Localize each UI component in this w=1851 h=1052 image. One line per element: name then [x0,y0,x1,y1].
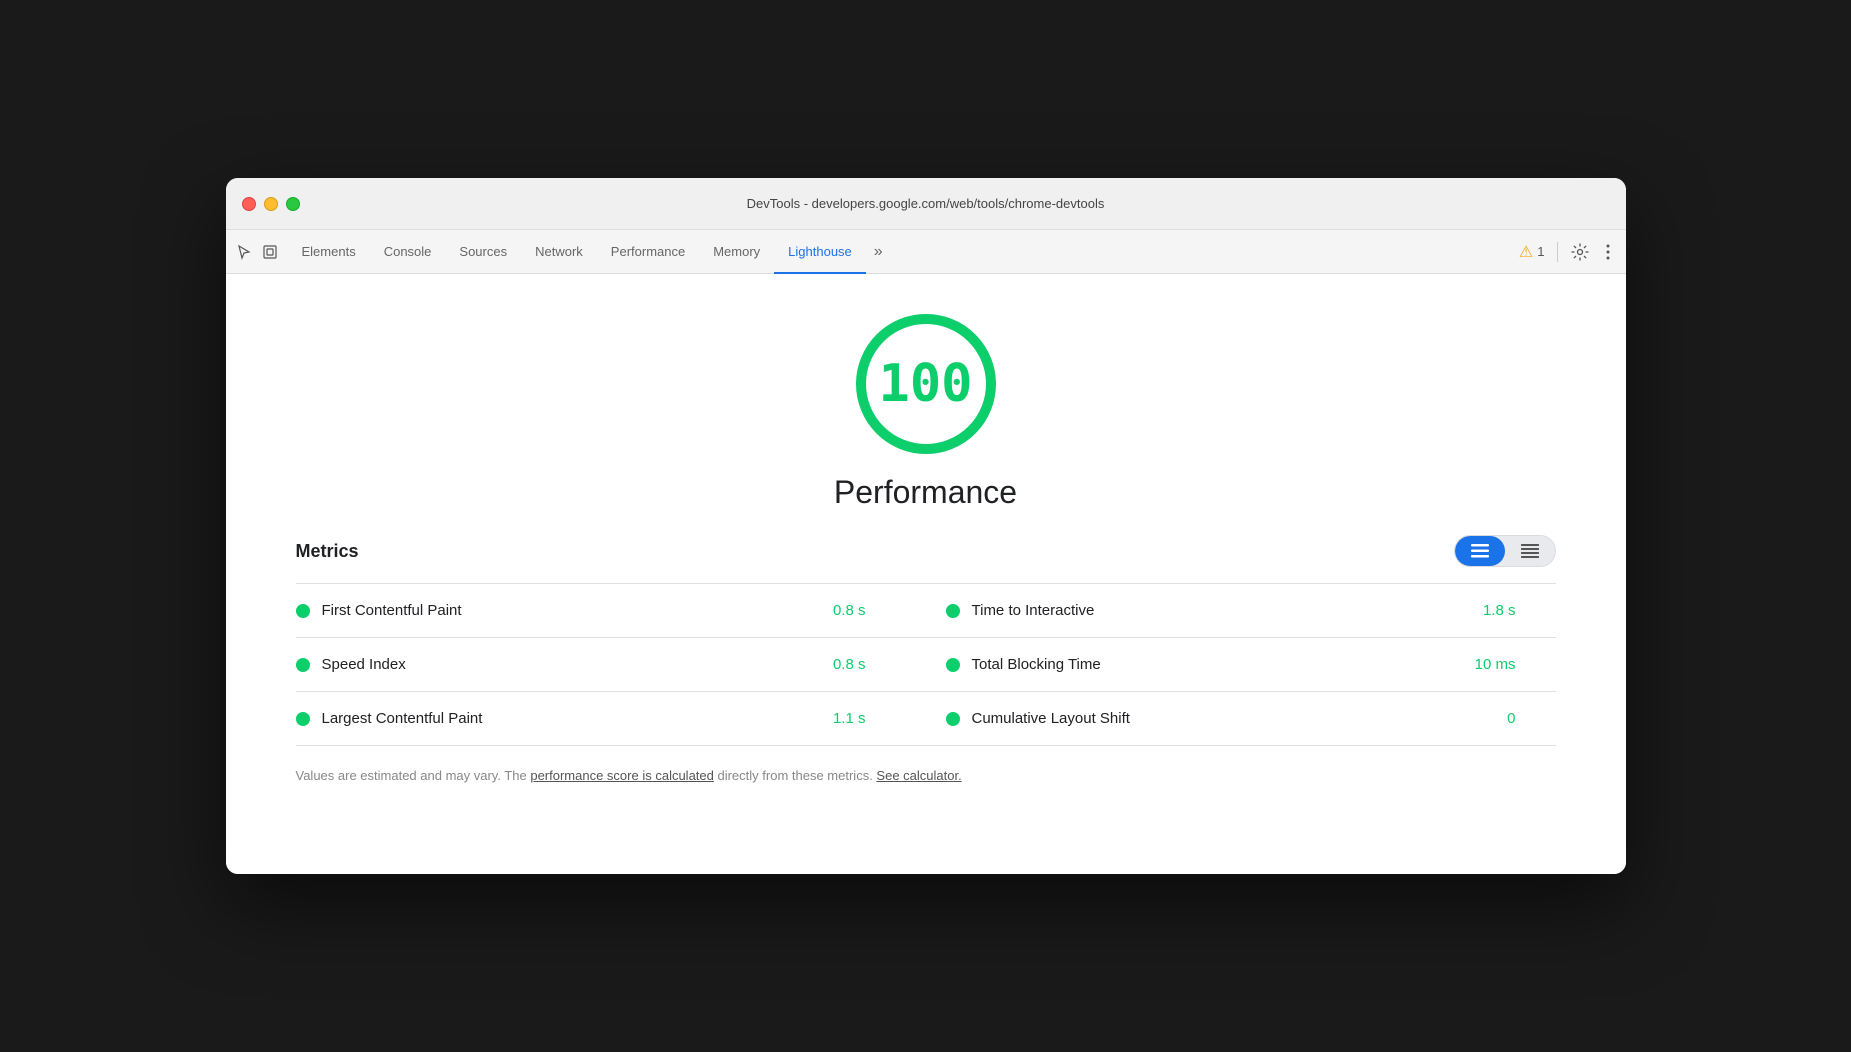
traffic-lights [242,197,300,211]
metric-dot-tti [946,604,960,618]
browser-window: DevTools - developers.google.com/web/too… [226,178,1626,874]
metric-value-cls: 0 [1507,710,1555,727]
metric-dot-si [296,658,310,672]
tab-list: Elements Console Sources Network Perform… [288,230,1519,273]
metric-value-lcp: 1.1 s [833,710,906,727]
metric-cls: Cumulative Layout Shift 0 [926,692,1556,745]
cursor-icon[interactable] [234,242,254,262]
score-label: Performance [834,474,1017,511]
metric-lcp: Largest Contentful Paint 1.1 s [296,692,926,745]
metric-tbt: Total Blocking Time 10 ms [926,638,1556,691]
metric-value-tti: 1.8 s [1483,602,1556,619]
metric-name-lcp: Largest Contentful Paint [322,710,821,727]
more-tabs-button[interactable]: » [866,230,891,273]
view-toggle [1454,535,1556,567]
metric-fcp: First Contentful Paint 0.8 s [296,584,926,637]
metrics-header: Metrics [296,535,1556,567]
metric-si: Speed Index 0.8 s [296,638,926,691]
main-content: 100 Performance Metrics [226,274,1626,874]
performance-score-link[interactable]: performance score is calculated [530,768,714,783]
tab-console[interactable]: Console [370,231,446,274]
window-title: DevTools - developers.google.com/web/too… [747,196,1105,211]
warning-icon: ⚠ [1519,242,1533,262]
metrics-row-1: First Contentful Paint 0.8 s Time to Int… [296,584,1556,638]
warning-count: 1 [1537,244,1544,259]
list-view-button[interactable] [1455,536,1505,566]
metrics-divider-bottom [296,745,1556,746]
maximize-button[interactable] [286,197,300,211]
tab-sources[interactable]: Sources [445,231,521,274]
metric-name-si: Speed Index [322,656,821,673]
settings-button[interactable] [1570,242,1590,262]
metric-tti: Time to Interactive 1.8 s [926,584,1556,637]
footer-text-before: Values are estimated and may vary. The [296,768,531,783]
footer-text-middle: directly from these metrics. [714,768,877,783]
footer-note: Values are estimated and may vary. The p… [296,766,1556,786]
metric-name-tti: Time to Interactive [972,602,1471,619]
metric-name-fcp: First Contentful Paint [322,602,821,619]
score-value: 100 [879,354,973,414]
grid-view-button[interactable] [1505,536,1555,566]
score-circle: 100 [856,314,996,454]
toolbar-icons [234,242,280,262]
metric-value-fcp: 0.8 s [833,602,906,619]
calculator-link[interactable]: See calculator. [876,768,961,783]
tab-network[interactable]: Network [521,231,597,274]
minimize-button[interactable] [264,197,278,211]
metric-dot-lcp [296,712,310,726]
warning-badge[interactable]: ⚠ 1 [1519,242,1545,262]
title-bar: DevTools - developers.google.com/web/too… [226,178,1626,230]
score-section: 100 Performance [286,314,1566,511]
metric-dot-fcp [296,604,310,618]
tab-elements[interactable]: Elements [288,231,370,274]
metric-value-tbt: 10 ms [1475,656,1556,673]
tab-performance[interactable]: Performance [597,231,699,274]
devtools-actions: ⚠ 1 [1519,242,1618,262]
metric-dot-tbt [946,658,960,672]
layers-icon[interactable] [260,242,280,262]
tab-lighthouse[interactable]: Lighthouse [774,231,866,274]
metrics-row-2: Speed Index 0.8 s Total Blocking Time 10… [296,638,1556,692]
metrics-section: Metrics [296,535,1556,786]
metric-name-cls: Cumulative Layout Shift [972,710,1496,727]
metrics-row-3: Largest Contentful Paint 1.1 s Cumulativ… [296,692,1556,745]
devtools-tabbar: Elements Console Sources Network Perform… [226,230,1626,274]
metric-value-si: 0.8 s [833,656,906,673]
metric-name-tbt: Total Blocking Time [972,656,1463,673]
tab-memory[interactable]: Memory [699,231,774,274]
more-options-button[interactable] [1598,242,1618,262]
close-button[interactable] [242,197,256,211]
metrics-label: Metrics [296,541,359,562]
metric-dot-cls [946,712,960,726]
toolbar-separator [1557,242,1558,262]
